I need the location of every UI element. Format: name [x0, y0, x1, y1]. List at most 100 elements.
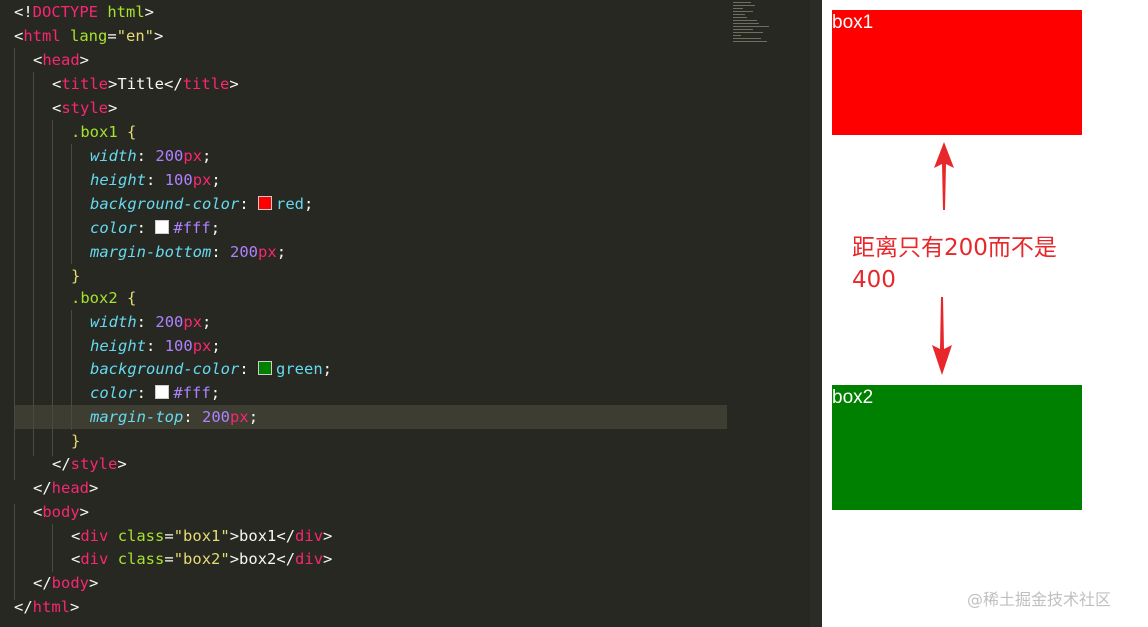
token: { — [127, 123, 137, 141]
annotation-line-1: 距离只有200而不是 — [852, 235, 1057, 261]
token: ; — [202, 313, 212, 331]
token: 100 — [164, 337, 193, 355]
token: </ — [52, 455, 71, 473]
token: < — [33, 503, 43, 521]
token: > — [79, 503, 90, 521]
token: ; — [210, 384, 221, 402]
token: Title — [117, 75, 165, 93]
token: head — [51, 479, 89, 497]
token: > — [108, 99, 118, 117]
token: : — [146, 337, 156, 355]
token: : — [136, 313, 147, 331]
token: 200 — [230, 243, 259, 261]
indent-guide — [71, 144, 72, 264]
token: : — [239, 360, 249, 378]
token: : — [211, 243, 221, 261]
token: > — [117, 455, 127, 473]
token: px — [183, 147, 203, 165]
token: div — [80, 550, 109, 568]
indent-guide — [71, 310, 72, 430]
code-line-16: background-color: green; — [90, 357, 332, 381]
token: </ — [14, 598, 33, 616]
token: div — [295, 527, 324, 545]
token: div — [80, 527, 109, 545]
token: ; — [248, 408, 259, 426]
arrow-down-icon — [932, 297, 952, 375]
token: px — [192, 171, 212, 189]
token: box2 — [239, 550, 277, 568]
token: </ — [33, 479, 52, 497]
token: ; — [322, 360, 333, 378]
code-line-25: </body> — [33, 571, 98, 595]
code-line-24: <div class="box2">box2</div> — [71, 547, 332, 571]
token: "en" — [116, 27, 155, 45]
token: title — [61, 75, 109, 93]
token: title — [182, 75, 230, 93]
color-swatch-white[interactable] — [155, 220, 170, 234]
code-line-6: .box1 { — [71, 120, 136, 144]
token: : — [136, 384, 147, 402]
indent-guide — [52, 120, 53, 456]
browser-preview: box1 距离只有200而不是 400 box2 @稀土掘金技术社区 — [822, 0, 1148, 627]
token: class — [117, 550, 165, 568]
box2-label: box2 — [832, 387, 874, 408]
token: .box1 — [71, 123, 118, 141]
token: html — [32, 598, 70, 616]
vertical-scrollbar[interactable] — [810, 0, 822, 627]
color-swatch-green[interactable] — [258, 361, 272, 375]
token: = — [107, 27, 117, 45]
token: 200 — [202, 408, 231, 426]
code-line-26: </html> — [14, 595, 79, 619]
token: width — [90, 313, 137, 331]
token: </ — [276, 550, 296, 568]
token: #fff — [173, 384, 211, 402]
indent-guide — [33, 72, 34, 456]
token: > — [108, 75, 118, 93]
token: body — [51, 574, 89, 592]
token: px — [192, 337, 212, 355]
code-line-10: color: #fff; — [90, 216, 220, 240]
token: html — [23, 27, 61, 45]
token: background-color — [90, 195, 240, 213]
code-line-1: <!DOCTYPE html> — [14, 0, 154, 24]
minimap[interactable] — [733, 2, 773, 62]
token: ; — [211, 337, 221, 355]
token: color — [90, 219, 137, 237]
code-line-21: </head> — [33, 476, 98, 500]
token: width — [90, 147, 137, 165]
token: : — [183, 408, 193, 426]
token: style — [70, 455, 118, 473]
token: head — [42, 51, 80, 69]
token: 200 — [155, 147, 184, 165]
token: height — [90, 171, 146, 189]
token: background-color — [90, 360, 240, 378]
token: "box1" — [173, 527, 230, 545]
code-line-5: <style> — [52, 96, 117, 120]
token: red — [276, 195, 304, 213]
token: lang — [70, 27, 108, 45]
token: px — [183, 313, 203, 331]
token: ; — [211, 171, 221, 189]
color-swatch-red[interactable] — [258, 196, 272, 210]
token: box1 — [239, 527, 277, 545]
box1-label: box1 — [832, 12, 874, 33]
token: "box2" — [173, 550, 230, 568]
token: body — [42, 503, 80, 521]
code-line-22: <body> — [33, 500, 89, 524]
code-line-2: <html lang="en"> — [14, 24, 163, 48]
token: : — [136, 219, 147, 237]
token: ; — [304, 195, 314, 213]
token: </ — [164, 75, 183, 93]
token: DOCTYPE — [32, 3, 98, 21]
token: : — [136, 147, 147, 165]
code-editor[interactable]: <!DOCTYPE html> <html lang="en"> <head> … — [0, 0, 822, 627]
token: > — [229, 550, 240, 568]
token: div — [295, 550, 324, 568]
code-line-11: margin-bottom: 200px; — [90, 240, 286, 264]
token: 100 — [164, 171, 193, 189]
token: } — [71, 267, 81, 285]
token: style — [61, 99, 109, 117]
color-swatch-white[interactable] — [155, 385, 170, 399]
token: <! — [14, 3, 33, 21]
token: > — [229, 527, 240, 545]
